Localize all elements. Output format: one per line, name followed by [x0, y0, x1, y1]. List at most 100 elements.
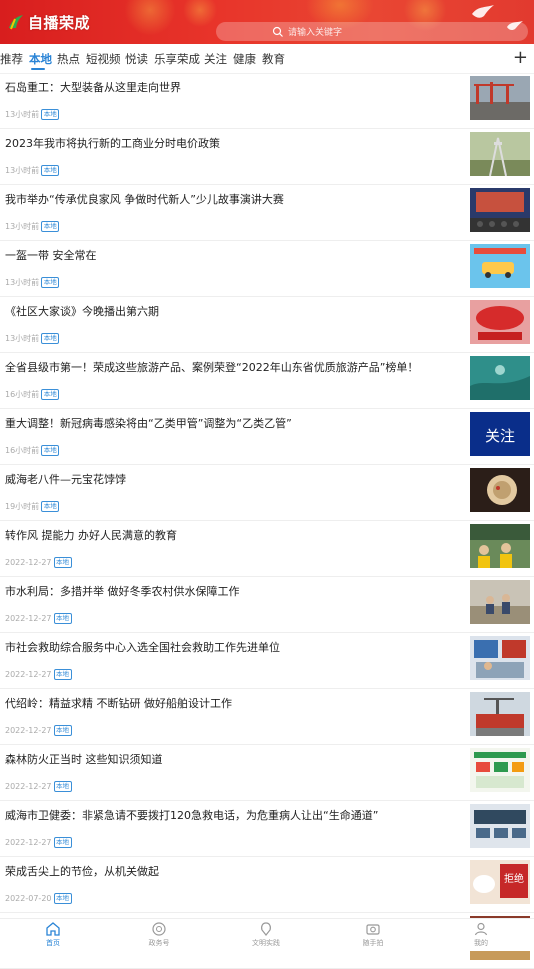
news-title: 全省县级市第一！荣成这些旅游产品、案例荣登“2022年山东省优质旅游产品”榜单！ [5, 361, 419, 374]
news-thumbnail[interactable] [470, 524, 530, 568]
nav-snapshot[interactable]: 随手拍 [343, 921, 403, 948]
news-item[interactable]: 代绍岭：精益求精 不断钻研 做好船舶设计工作 2022-12-27 本地 [0, 689, 534, 745]
news-thumbnail[interactable] [470, 356, 530, 400]
news-thumbnail[interactable] [470, 636, 530, 680]
logo-text: 自播荣成 [28, 13, 91, 32]
firework-decoration [120, 0, 180, 40]
news-thumbnail[interactable]: 关注 [470, 412, 530, 456]
news-time: 19小时前 [5, 502, 40, 511]
news-item[interactable]: 我市举办“传承优良家风 争做时代新人”少儿故事演讲大赛 13小时前 本地 [0, 185, 534, 241]
news-item[interactable]: 重大调整！新冠病毒感染将由“乙类甲管”调整为“乙类乙管” 16小时前 本地 关注 [0, 409, 534, 465]
local-tag-badge: 本地 [41, 277, 60, 288]
local-tag-badge: 本地 [53, 781, 72, 792]
news-item[interactable]: 转作风 提能力 办好人民满意的教育 2022-12-27 本地 [0, 521, 534, 577]
news-thumbnail[interactable] [470, 244, 530, 288]
tab-health[interactable]: 健康 [233, 51, 256, 67]
news-item[interactable]: 森林防火正当时 这些知识须知道 2022-12-27 本地 [0, 745, 534, 801]
news-time: 13小时前 [5, 166, 40, 175]
news-time: 13小时前 [5, 334, 40, 343]
local-tag-badge: 本地 [53, 613, 72, 624]
news-title: 我市举办“传承优良家风 争做时代新人”少儿故事演讲大赛 [5, 193, 284, 206]
local-tag-badge: 本地 [53, 669, 72, 680]
news-item[interactable]: 市社会救助综合服务中心入选全国社会救助工作先进单位 2022-12-27 本地 [0, 633, 534, 689]
tab-reading[interactable]: 悦读 [125, 51, 148, 67]
news-time: 2022-12-27 [5, 670, 52, 679]
news-meta: 13小时前 本地 [5, 333, 60, 344]
local-tag-badge: 本地 [53, 837, 72, 848]
svg-text:关注: 关注 [485, 427, 515, 445]
news-title: 威海市卫健委：非紧急请不要拨打120急救电话，为危重病人让出“生命通道” [5, 809, 379, 822]
news-time: 2022-12-27 [5, 782, 52, 791]
news-meta: 16小时前 本地 [5, 389, 60, 400]
news-item[interactable]: 市水利局：多措并举 做好冬季农村供水保障工作 2022-12-27 本地 [0, 577, 534, 633]
search-placeholder: 请输入关键字 [288, 28, 343, 38]
news-item[interactable]: 全省县级市第一！荣成这些旅游产品、案例荣登“2022年山东省优质旅游产品”榜单！… [0, 353, 534, 409]
tab-local[interactable]: 本地 [29, 51, 52, 67]
search-bar[interactable]: 请输入关键字 [216, 22, 528, 41]
news-time: 2022-12-27 [5, 726, 52, 735]
channel-tabs: 推荐 本地 热点 短视频 悦读 乐享荣成 关注 健康 教育 + [0, 45, 534, 74]
local-tag-badge: 本地 [41, 221, 60, 232]
nav-home-label: 首页 [46, 939, 60, 947]
tab-enjoy-rongcheng[interactable]: 乐享荣成 [154, 51, 200, 67]
nav-civil[interactable]: 文明实践 [236, 921, 296, 948]
news-meta: 2022-07-20 本地 [5, 893, 72, 904]
bottom-navigation: 首页 政务号 文明实践 随手拍 我的 [0, 918, 534, 951]
app-header: 自播荣成 请输入关键字 [0, 0, 534, 44]
news-list: 石岛重工：大型装备从这里走向世界 13小时前 本地 2023年我市将执行新的工商业分时… [0, 73, 534, 969]
nav-home[interactable]: 首页 [23, 921, 83, 948]
news-meta: 2022-12-27 本地 [5, 669, 72, 680]
news-thumbnail[interactable] [470, 300, 530, 344]
logo-icon [9, 15, 23, 30]
firework-decoration [180, 0, 220, 30]
nav-mine[interactable]: 我的 [451, 921, 511, 948]
news-item[interactable]: 威海市卫健委：非紧急请不要拨打120急救电话，为危重病人让出“生命通道” 2022… [0, 801, 534, 857]
news-item[interactable]: 2023年我市将执行新的工商业分时电价政策 13小时前 本地 [0, 129, 534, 185]
tab-education[interactable]: 教育 [262, 51, 285, 67]
news-thumbnail[interactable] [470, 76, 530, 120]
news-item[interactable]: 荣成舌尖上的节俭，从机关做起 2022-07-20 本地 拒绝 [0, 857, 534, 913]
news-title: 市社会救助综合服务中心入选全国社会救助工作先进单位 [5, 641, 280, 654]
user-icon [474, 922, 488, 936]
tab-hot[interactable]: 热点 [57, 51, 80, 67]
news-item[interactable]: 《社区大家谈》今晚播出第六期 13小时前 本地 [0, 297, 534, 353]
news-item[interactable]: 威海老八件—元宝花饽饽 19小时前 本地 [0, 465, 534, 521]
news-meta: 19小时前 本地 [5, 501, 60, 512]
news-title: 2023年我市将执行新的工商业分时电价政策 [5, 137, 220, 150]
app-logo[interactable]: 自播荣成 [6, 11, 90, 33]
news-meta: 2022-12-27 本地 [5, 557, 72, 568]
tab-short-video[interactable]: 短视频 [86, 51, 121, 67]
news-thumbnail[interactable] [470, 692, 530, 736]
tab-recommend[interactable]: 推荐 [0, 51, 23, 67]
news-item[interactable]: 一盔一带 安全常在 13小时前 本地 [0, 241, 534, 297]
nav-mine-label: 我的 [474, 939, 488, 947]
home-icon [46, 922, 60, 936]
news-thumbnail[interactable] [470, 804, 530, 848]
news-thumbnail[interactable] [470, 188, 530, 232]
news-meta: 13小时前 本地 [5, 277, 60, 288]
news-time: 2022-12-27 [5, 614, 52, 623]
news-meta: 2022-12-27 本地 [5, 837, 72, 848]
news-thumbnail[interactable] [470, 748, 530, 792]
tab-follow[interactable]: 关注 [204, 51, 227, 67]
add-channel-button[interactable]: + [513, 47, 528, 68]
local-tag-badge: 本地 [53, 725, 72, 736]
local-tag-badge: 本地 [41, 389, 60, 400]
news-meta: 16小时前 本地 [5, 445, 60, 456]
active-tab-indicator [31, 68, 45, 70]
news-thumbnail[interactable] [470, 132, 530, 176]
news-thumbnail[interactable] [470, 580, 530, 624]
news-title: 代绍岭：精益求精 不断钻研 做好船舶设计工作 [5, 697, 232, 710]
news-time: 2022-07-20 [5, 894, 52, 903]
news-title: 森林防火正当时 这些知识须知道 [5, 753, 163, 766]
news-thumbnail[interactable]: 拒绝 [470, 860, 530, 904]
news-time: 13小时前 [5, 110, 40, 119]
news-title: 一盔一带 安全常在 [5, 249, 97, 262]
nav-gov[interactable]: 政务号 [129, 921, 189, 948]
news-item[interactable]: 石岛重工：大型装备从这里走向世界 13小时前 本地 [0, 73, 534, 129]
local-tag-badge: 本地 [41, 333, 60, 344]
news-thumbnail[interactable] [470, 468, 530, 512]
nav-civil-label: 文明实践 [252, 939, 280, 947]
news-time: 16小时前 [5, 446, 40, 455]
civil-icon [261, 922, 271, 936]
